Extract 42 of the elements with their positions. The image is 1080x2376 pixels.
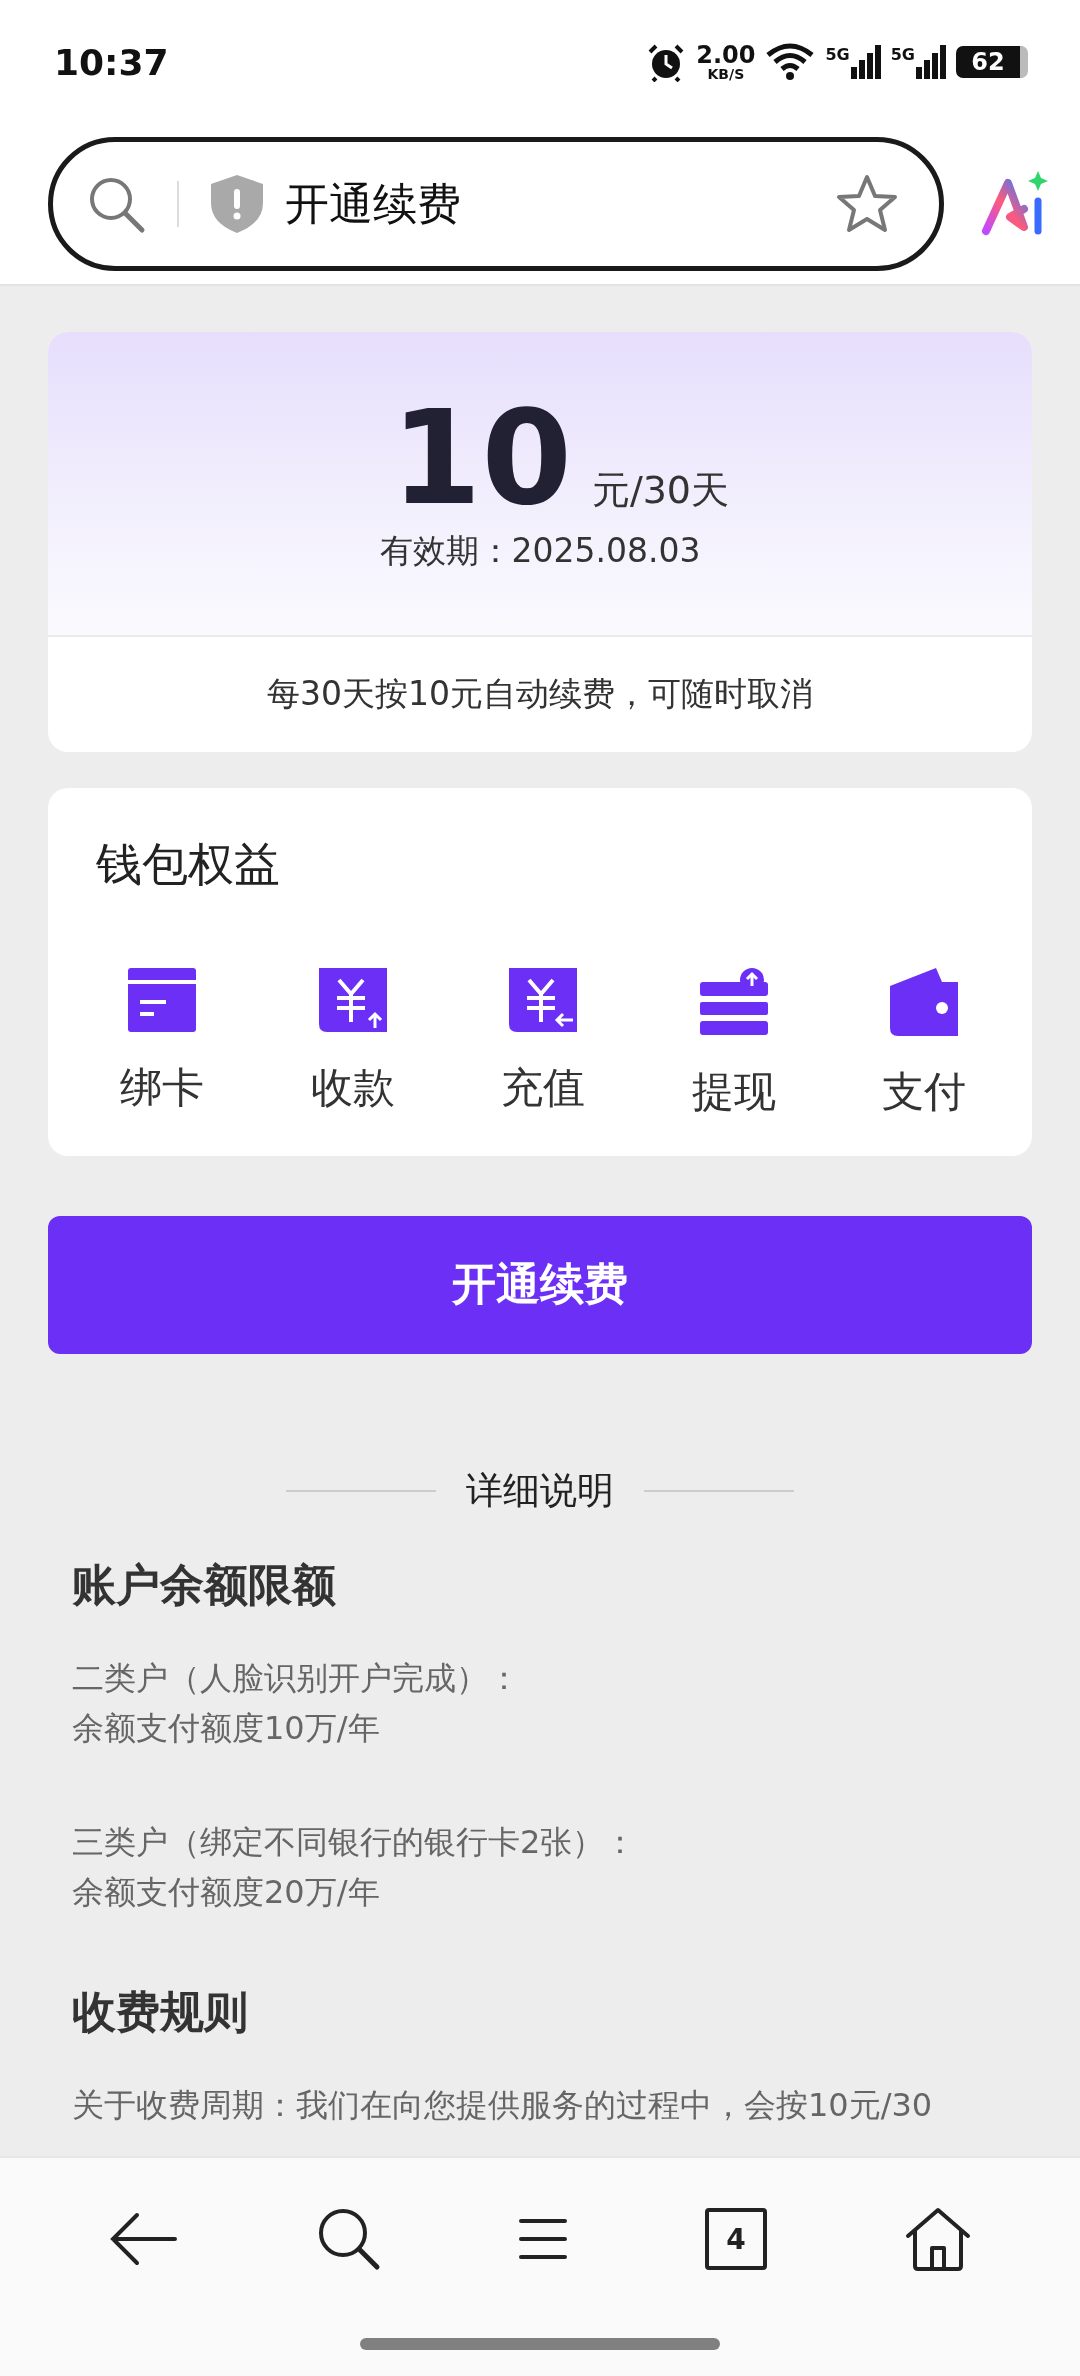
address-bar[interactable]: 开通续费 — [48, 137, 944, 271]
body-text: 三类户（绑定不同银行的银行卡2张）： — [72, 1822, 637, 1863]
address-text: 开通续费 — [285, 176, 462, 231]
stack-up-icon — [699, 967, 768, 1036]
section-title: 详细说明 — [466, 1468, 614, 1514]
validity-text: 有效期：2025.08.03 — [379, 529, 701, 572]
signal-icon — [850, 45, 881, 79]
star-icon[interactable] — [835, 173, 899, 235]
benefit-item[interactable]: 支付 — [864, 967, 984, 1120]
tabs-button[interactable]: 4 — [705, 2208, 767, 2270]
price-amount: 10 — [390, 392, 572, 523]
menu-icon[interactable] — [519, 2218, 567, 2260]
signal-icon — [916, 45, 946, 79]
network-speed: 2.00 — [696, 43, 756, 67]
body-text: 余额支付额度20万/年 — [72, 1872, 380, 1913]
back-icon[interactable] — [109, 2211, 179, 2267]
benefit-item[interactable]: 充值 — [483, 967, 603, 1120]
card-icon — [128, 967, 196, 1032]
shield-icon — [209, 173, 265, 235]
wallet-icon — [890, 967, 958, 1036]
benefit-item[interactable]: 绑卡 — [102, 967, 222, 1120]
section-heading: 账户余额限额 — [72, 1558, 336, 1612]
section-heading: 收费规则 — [72, 1985, 248, 2039]
home-icon[interactable] — [905, 2206, 971, 2272]
benefit-item[interactable]: 提现 — [673, 967, 794, 1120]
benefit-item[interactable]: 收款 — [292, 967, 413, 1120]
benefits-title: 钱包权益 — [96, 835, 280, 893]
network-speed-unit: KB/S — [707, 67, 745, 81]
yuan-left-icon — [509, 967, 577, 1032]
status-time: 10:37 — [54, 41, 169, 83]
body-text: 关于收费周期：我们在向您提供服务的过程中，会按10元/30 — [72, 2085, 933, 2126]
network-type: 5G — [890, 45, 915, 64]
search-icon[interactable] — [317, 2207, 381, 2271]
battery-level: 62 — [971, 48, 1005, 76]
wifi-icon — [765, 43, 816, 81]
renew-button[interactable]: 开通续费 — [48, 1215, 1032, 1354]
yuan-up-icon — [318, 967, 387, 1032]
network-type: 5G — [825, 45, 850, 64]
body-text: 二类户（人脸识别开户完成）： — [72, 1658, 520, 1699]
body-text: 余额支付额度10万/年 — [72, 1708, 380, 1749]
renewal-note: 每30天按10元自动续费，可随时取消 — [267, 672, 813, 715]
price-unit: 元/30天 — [591, 466, 730, 514]
